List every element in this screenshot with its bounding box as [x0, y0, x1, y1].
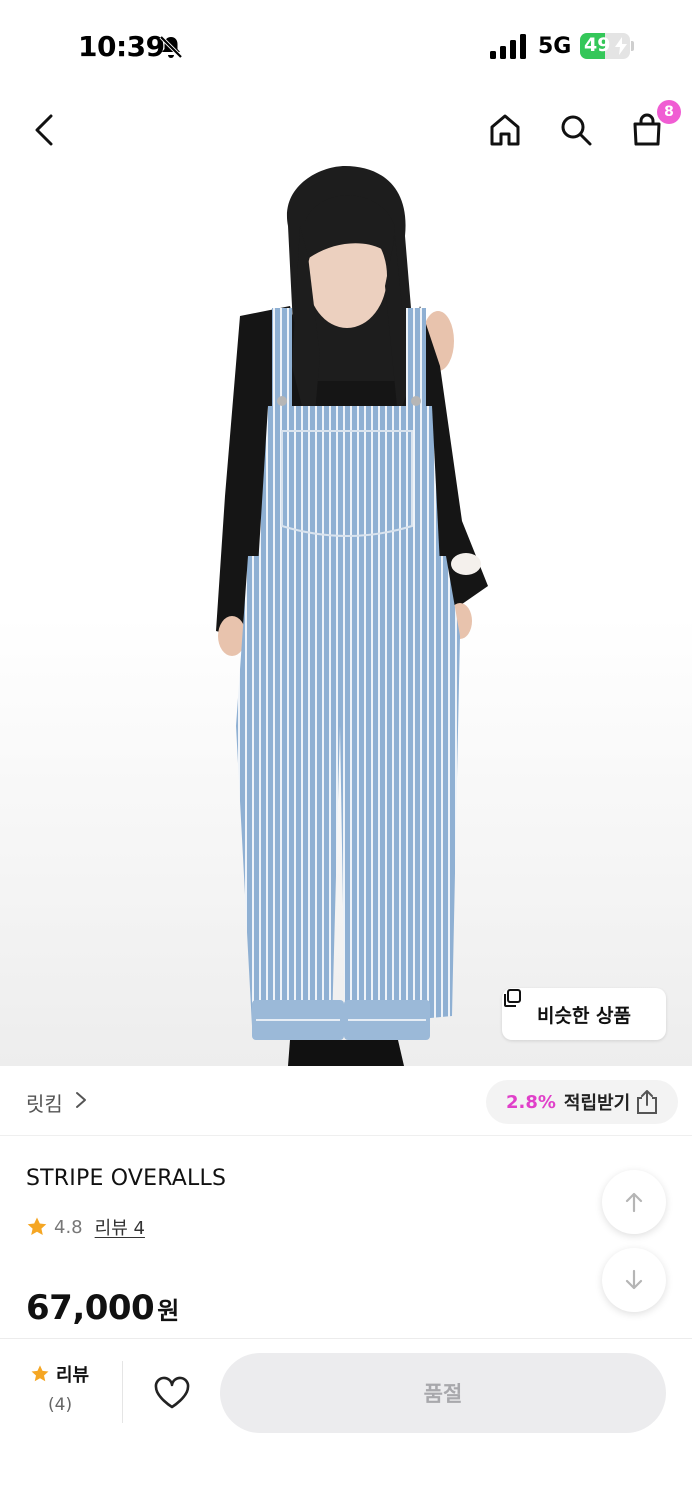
arrow-down-icon [625, 1269, 643, 1290]
battery-percent: 49 [584, 34, 611, 56]
store-row: 릿킴 2.8% 적립받기 [0, 1066, 692, 1136]
battery-indicator: 49 [580, 33, 630, 59]
status-bar: 10:39 5G 49 [0, 0, 692, 92]
sold-out-label: 품절 [423, 1382, 463, 1406]
star-icon [27, 1217, 47, 1235]
copy-icon [504, 989, 521, 1007]
points-percent: 2.8% [506, 1091, 556, 1113]
divider [122, 1361, 123, 1423]
star-icon [31, 1365, 49, 1382]
similar-products-label: 비슷한 상품 [536, 1004, 631, 1027]
charging-bolt-icon [615, 37, 627, 55]
points-label: 적립받기 [563, 1093, 631, 1114]
review-summary-button[interactable]: 리뷰 (4) [30, 1361, 94, 1421]
status-time: 10:39 [78, 30, 165, 63]
home-button[interactable] [481, 106, 529, 154]
bell-off-icon [159, 35, 183, 59]
rating-row: 4.8 리뷰 4 [26, 1213, 145, 1241]
back-button[interactable] [20, 106, 68, 154]
arrow-up-icon [625, 1192, 643, 1213]
battery-cap [631, 41, 634, 51]
wishlist-button[interactable] [148, 1369, 196, 1417]
review-count: (4) [48, 1395, 73, 1415]
product-photo-illustration [216, 166, 488, 1066]
review-label: 리뷰 [56, 1365, 90, 1386]
product-title: STRIPE OVERALLS [26, 1166, 227, 1191]
chevron-right-icon[interactable] [72, 1090, 90, 1110]
cart-button[interactable]: 8 [623, 100, 681, 154]
scroll-bottom-button[interactable] [602, 1248, 666, 1312]
review-link[interactable]: 리뷰 4 [95, 1214, 145, 1240]
store-name-link[interactable]: 릿킴 [26, 1088, 63, 1117]
search-button[interactable] [552, 106, 600, 154]
search-icon [561, 115, 592, 146]
scroll-top-button[interactable] [602, 1170, 666, 1234]
product-detail-page: 10:39 5G 49 8 비슷한 상품 릿킴 2.8% 적립받기 STRIPE… [0, 0, 692, 1500]
rating-value: 4.8 [54, 1216, 83, 1238]
price-value: 67,000 [26, 1288, 155, 1328]
share-icon[interactable] [634, 1089, 660, 1115]
bottom-action-bar: 리뷰 (4) 품절 [0, 1338, 692, 1500]
points-reward-button[interactable]: 2.8% 적립받기 [486, 1080, 678, 1124]
product-image[interactable]: 비슷한 상품 [0, 166, 692, 1066]
review-summary-top: 리뷰 [30, 1361, 94, 1387]
home-icon [490, 114, 520, 146]
top-nav: 8 [0, 92, 692, 168]
network-label: 5G [538, 34, 572, 59]
signal-icon [490, 34, 526, 59]
chevron-left-icon [35, 114, 53, 146]
sold-out-button[interactable]: 품절 [220, 1353, 666, 1433]
heart-icon [154, 1376, 190, 1409]
price-row: 67,000 원 [26, 1288, 179, 1328]
cart-count-badge: 8 [657, 100, 681, 124]
price-currency: 원 [157, 1297, 180, 1325]
similar-products-button[interactable]: 비슷한 상품 [502, 988, 666, 1040]
